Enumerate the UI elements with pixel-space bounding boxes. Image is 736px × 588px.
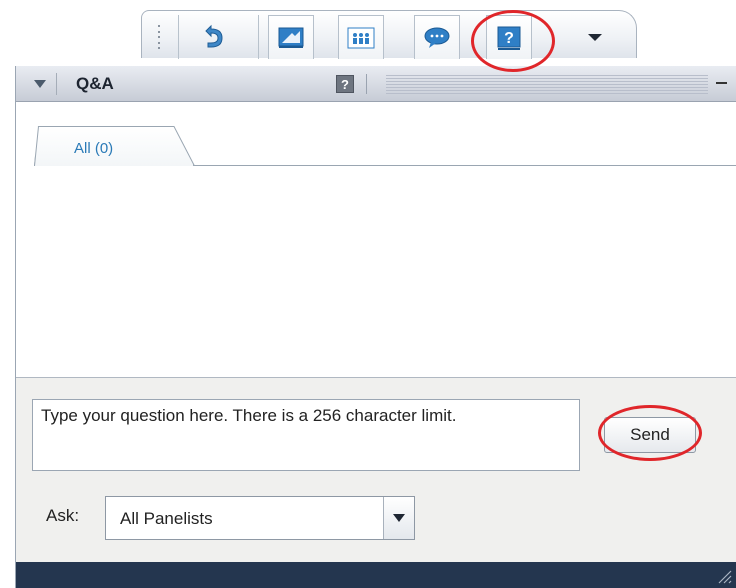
select-arrow-button[interactable]: [383, 497, 414, 539]
undo-arrow-icon: [205, 24, 223, 48]
panel-title: Q&A: [76, 74, 114, 93]
svg-text:?: ?: [504, 30, 514, 47]
resize-grip-icon[interactable]: [714, 566, 732, 584]
minimize-button[interactable]: [711, 72, 731, 94]
status-bar: [16, 562, 736, 588]
question-mark-icon: ?: [497, 26, 521, 50]
send-button[interactable]: Send: [604, 417, 696, 453]
qa-panel: Q&A ? All (0) Type your question here. T…: [15, 66, 736, 588]
triangle-down-icon: [34, 80, 46, 88]
title-divider: [366, 74, 367, 94]
chevron-down-icon: [393, 514, 405, 522]
help-icon[interactable]: ?: [336, 75, 354, 93]
tab-all[interactable]: [34, 126, 194, 166]
ask-select-value: All Panelists: [120, 509, 213, 528]
tab-all-label: All (0): [74, 140, 114, 157]
participants-button[interactable]: [338, 15, 384, 59]
collapse-button[interactable]: [24, 73, 57, 95]
floating-toolbar: ?: [141, 10, 637, 59]
grip-dots-icon[interactable]: [150, 25, 168, 49]
undo-button[interactable]: [190, 15, 236, 59]
participants-icon: [347, 27, 375, 48]
more-button[interactable]: [572, 15, 618, 59]
chat-bubble-icon: [424, 27, 450, 48]
dropdown-arrow-icon: [588, 34, 602, 41]
toolbar-separator: [258, 15, 259, 59]
presentation-icon: [278, 27, 304, 48]
title-stripes: [386, 75, 708, 94]
question-input[interactable]: Type your question here. There is a 256 …: [32, 399, 580, 471]
toolbar-separator: [178, 15, 179, 59]
ask-select[interactable]: All Panelists: [105, 496, 415, 540]
panel-titlebar: Q&A ?: [16, 66, 736, 102]
chat-button[interactable]: [414, 15, 460, 59]
tab-strip: All (0): [16, 102, 736, 166]
ask-label: Ask:: [46, 506, 80, 525]
share-button[interactable]: [268, 15, 314, 59]
questions-list: [16, 166, 736, 378]
minimize-icon: [715, 82, 727, 84]
qa-button[interactable]: ?: [486, 15, 532, 59]
